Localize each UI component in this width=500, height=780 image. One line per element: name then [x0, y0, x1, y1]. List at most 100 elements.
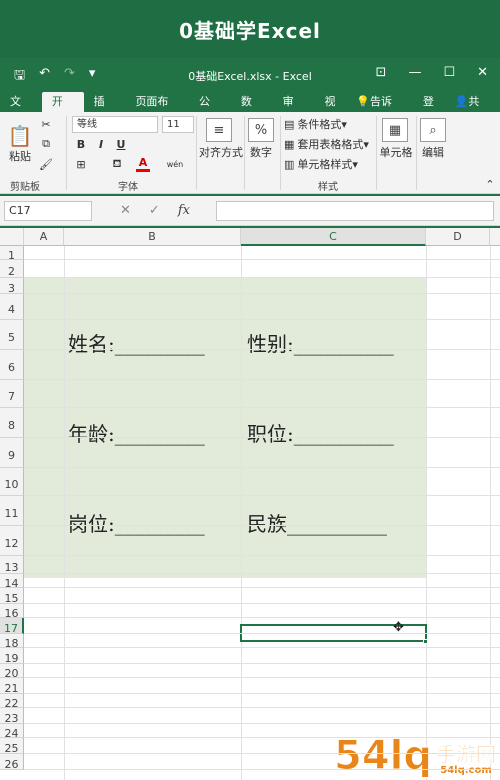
row-header-15[interactable]: 15: [0, 588, 24, 605]
row-header-17[interactable]: 17: [0, 618, 24, 635]
row-header-20[interactable]: 20: [0, 664, 24, 680]
minimize-button[interactable]: —: [408, 65, 421, 80]
row-header-7[interactable]: 7: [0, 380, 24, 408]
window-controls: ⊡ — ☐ ✕: [376, 65, 488, 80]
fill-color-icon[interactable]: ⛾: [110, 156, 124, 172]
cell-styles-icon: ▥: [284, 157, 295, 171]
tab-page-layout[interactable]: 页面布局: [125, 92, 189, 128]
row-header-21[interactable]: 21: [0, 678, 24, 695]
font-group-label: 字体: [118, 182, 138, 193]
row-header-6[interactable]: 6: [0, 350, 24, 380]
tab-data[interactable]: 数据: [231, 92, 273, 128]
formula-input[interactable]: [216, 201, 494, 221]
tab-file[interactable]: 文件: [0, 92, 42, 128]
tab-insert[interactable]: 插入: [84, 92, 126, 128]
signin-link[interactable]: 登录: [423, 92, 445, 128]
italic-button[interactable]: I: [94, 136, 108, 152]
age-field-label: 年龄:_________: [68, 422, 205, 446]
font-color-button[interactable]: A: [136, 156, 150, 172]
percent-icon[interactable]: %: [248, 118, 274, 142]
row-header-25[interactable]: 25: [0, 738, 24, 755]
editing-group-button[interactable]: 编辑: [416, 144, 450, 160]
tell-me-box[interactable]: 💡告诉我...: [356, 92, 413, 128]
tab-review[interactable]: 审阅: [273, 92, 315, 128]
ribbon-tabs: 文件 开始 插入 页面布局 公式 数据 审阅 视图 💡告诉我... 登录 👤共享: [0, 90, 500, 128]
fill-handle[interactable]: [423, 639, 428, 644]
column-header-b[interactable]: B: [64, 228, 241, 246]
row-header-26[interactable]: 26: [0, 754, 24, 771]
underline-button[interactable]: U: [114, 136, 128, 152]
row-header-11[interactable]: 11: [0, 496, 24, 526]
select-all-corner[interactable]: [0, 228, 24, 246]
cell-styles-label: 单元格样式: [297, 158, 353, 171]
row-header-3[interactable]: 3: [0, 278, 24, 295]
row-header-9[interactable]: 9: [0, 438, 24, 468]
format-as-table-button[interactable]: ▦ 套用表格格式 ▾: [284, 136, 369, 152]
video-title: 0基础学Excel: [0, 0, 500, 58]
site-watermark: 54lq 手游网 54lq.com: [333, 736, 497, 777]
paste-label: 粘贴: [9, 150, 31, 163]
worksheet-grid[interactable]: A B C D 1 2 3 4 5 6 7 8 9 10 11 12 13 14 15 16 17 18 19 20 2…: [0, 228, 500, 780]
conditional-formatting-button[interactable]: ▤ 条件格式 ▾: [284, 116, 347, 132]
number-group-button[interactable]: 数字: [246, 144, 276, 160]
formula-bar: C17 ✕ ✓ fx: [0, 196, 500, 226]
row-header-1[interactable]: 1: [0, 246, 24, 262]
row-header-4[interactable]: 4: [0, 294, 24, 320]
row-header-24[interactable]: 24: [0, 724, 24, 740]
clipboard-group-label: 剪贴板: [10, 182, 40, 193]
table-icon: ▦: [284, 137, 295, 151]
format-painter-icon[interactable]: 🖌: [38, 156, 54, 172]
column-header-e[interactable]: [490, 228, 500, 246]
tab-formulas[interactable]: 公式: [189, 92, 231, 128]
search-icon[interactable]: ⌕: [420, 118, 446, 142]
font-family-select[interactable]: 等线: [72, 116, 158, 133]
name-box[interactable]: C17: [4, 201, 92, 221]
column-header-c[interactable]: C: [241, 228, 426, 246]
insert-function-icon[interactable]: fx: [178, 203, 190, 218]
row-header-23[interactable]: 23: [0, 708, 24, 725]
row-header-16[interactable]: 16: [0, 604, 24, 620]
row-header-5[interactable]: 5: [0, 320, 24, 350]
share-button[interactable]: 👤共享: [455, 92, 490, 128]
row-header-18[interactable]: 18: [0, 634, 24, 650]
copy-icon[interactable]: ⧉: [38, 136, 54, 152]
gender-field-label: 性别:__________: [247, 332, 394, 356]
ribbon-display-icon[interactable]: ⊡: [376, 65, 387, 80]
tab-home[interactable]: 开始: [41, 92, 84, 128]
column-header-d[interactable]: D: [426, 228, 490, 246]
borders-icon[interactable]: ⊞: [74, 156, 88, 172]
row-header-22[interactable]: 22: [0, 694, 24, 710]
bold-button[interactable]: B: [74, 136, 88, 152]
watermark-url: 54lq.com: [440, 765, 492, 776]
alignment-group-button[interactable]: 对齐方式: [198, 144, 244, 160]
name-field-label: 姓名:_________: [68, 332, 205, 356]
alignment-icon[interactable]: ≡: [206, 118, 232, 142]
row-header-13[interactable]: 13: [0, 556, 24, 574]
row-header-12[interactable]: 12: [0, 526, 24, 556]
tab-view[interactable]: 视图: [314, 92, 356, 128]
conditional-formatting-label: 条件格式: [297, 118, 342, 131]
enter-icon[interactable]: ✓: [149, 203, 160, 218]
format-as-table-label: 套用表格格式: [297, 138, 364, 151]
close-button[interactable]: ✕: [477, 65, 488, 80]
cell-styles-button[interactable]: ▥ 单元格样式 ▾: [284, 156, 358, 172]
row-header-19[interactable]: 19: [0, 648, 24, 665]
row-header-8[interactable]: 8: [0, 408, 24, 438]
row-header-2[interactable]: 2: [0, 260, 24, 278]
cut-icon[interactable]: ✂: [38, 116, 54, 132]
watermark-site-name: 手游网: [436, 742, 497, 766]
row-header-14[interactable]: 14: [0, 574, 24, 590]
row-header-10[interactable]: 10: [0, 468, 24, 496]
phonetic-guide-button[interactable]: wén: [164, 156, 186, 172]
cells-group-button[interactable]: 单元格: [376, 144, 416, 160]
maximize-button[interactable]: ☐: [443, 65, 455, 80]
lightbulb-icon: 💡: [356, 95, 370, 108]
collapse-ribbon-icon[interactable]: ⌃: [484, 178, 496, 191]
font-size-select[interactable]: 11: [162, 116, 194, 133]
paste-button[interactable]: 📋 粘贴: [6, 116, 34, 172]
cancel-icon[interactable]: ✕: [120, 203, 131, 218]
cells-icon[interactable]: ▦: [382, 118, 408, 142]
column-header-a[interactable]: A: [24, 228, 64, 246]
post-field-label: 岗位:_________: [68, 512, 205, 536]
conditional-formatting-icon: ▤: [284, 117, 295, 131]
